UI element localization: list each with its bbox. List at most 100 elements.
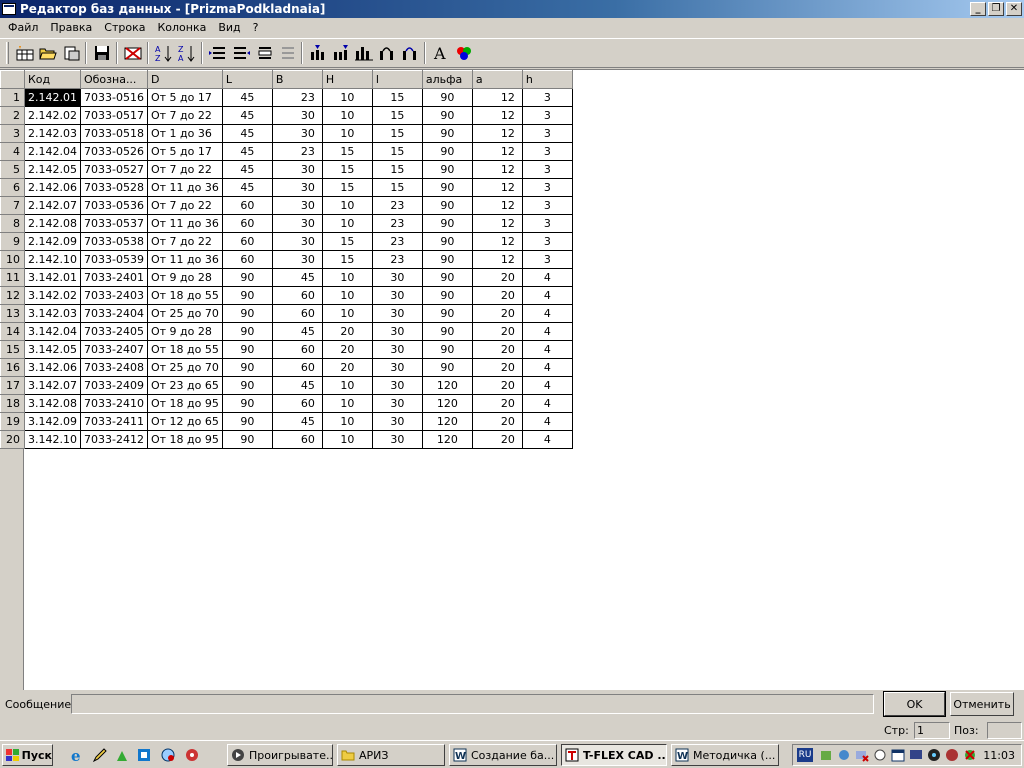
table-cell[interactable]: 60 [271, 430, 323, 449]
table-cell[interactable]: 45 [221, 106, 273, 125]
table-cell[interactable]: 7033-0537 [79, 214, 148, 233]
table-cell[interactable]: От 25 до 70 [146, 358, 223, 377]
table-cell[interactable]: 60 [221, 214, 273, 233]
table-cell[interactable]: 30 [271, 106, 323, 125]
tray-disc-icon[interactable] [927, 748, 941, 762]
table-cell[interactable]: 15 [371, 142, 423, 161]
task-media-player[interactable]: Проигрывате... [227, 744, 333, 766]
menu-help[interactable]: ? [247, 21, 265, 34]
table-cell[interactable]: 10 [321, 124, 373, 143]
table-cell[interactable]: 90 [421, 160, 473, 179]
delete-table-icon[interactable] [121, 42, 144, 64]
delete-column-icon[interactable] [398, 42, 421, 64]
tray-disconnected-icon[interactable] [855, 748, 869, 762]
table-cell[interactable]: 4 [521, 322, 573, 341]
table-row[interactable]: 18 3.142.08 7033-2410 От 18 до 95 90 60 10 30 12… [0, 394, 573, 413]
table-cell[interactable]: 4 [521, 430, 573, 449]
table-cell[interactable]: 15 [321, 160, 373, 179]
row-header[interactable]: 10 [0, 250, 25, 269]
table-cell[interactable]: От 11 до 36 [146, 178, 223, 197]
table-cell[interactable]: От 11 до 36 [146, 250, 223, 269]
table-cell[interactable]: 7033-0536 [79, 196, 148, 215]
table-cell[interactable]: 15 [371, 178, 423, 197]
table-cell[interactable]: 7033-0526 [79, 142, 148, 161]
table-cell[interactable]: 7033-2409 [79, 376, 148, 395]
open-folder-icon[interactable] [36, 42, 59, 64]
table-cell[interactable]: 10 [321, 394, 373, 413]
table-cell[interactable]: 4 [521, 394, 573, 413]
table-cell[interactable]: 3 [521, 88, 573, 107]
table-cell[interactable]: 20 [471, 412, 523, 431]
table-cell[interactable]: От 9 до 28 [146, 268, 223, 287]
row-header[interactable]: 14 [0, 322, 25, 341]
column-header[interactable]: альфа [421, 70, 473, 89]
table-cell[interactable]: 23 [271, 88, 323, 107]
close-button[interactable]: ✕ [1006, 2, 1022, 16]
table-cell[interactable]: 12 [471, 124, 523, 143]
tray-volume-icon[interactable] [873, 748, 887, 762]
tray-antivirus-icon[interactable] [963, 748, 977, 762]
table-cell[interactable]: 15 [371, 124, 423, 143]
table-cell[interactable]: 3.142.02 [24, 286, 81, 305]
table-cell[interactable]: 30 [371, 430, 423, 449]
table-cell[interactable]: 90 [221, 394, 273, 413]
open-recent-icon[interactable] [59, 42, 82, 64]
table-cell[interactable]: 23 [371, 250, 423, 269]
table-cell[interactable]: 3 [521, 124, 573, 143]
table-cell[interactable]: 30 [371, 340, 423, 359]
table-cell[interactable]: 10 [321, 430, 373, 449]
table-cell[interactable]: 90 [421, 178, 473, 197]
row-header[interactable]: 3 [0, 124, 25, 143]
table-cell[interactable]: 90 [421, 196, 473, 215]
table-row[interactable]: 6 2.142.06 7033-0528 От 11 до 36 45 30 15 15 90 1… [0, 178, 573, 197]
table-cell[interactable]: 90 [421, 322, 473, 341]
table-cell[interactable]: 10 [321, 196, 373, 215]
table-cell[interactable]: 30 [371, 394, 423, 413]
table-cell[interactable]: 7033-2407 [79, 340, 148, 359]
table-cell[interactable]: 2.142.10 [24, 250, 81, 269]
table-cell[interactable]: 90 [221, 340, 273, 359]
table-cell[interactable]: 90 [221, 376, 273, 395]
table-cell[interactable]: 20 [471, 286, 523, 305]
table-row[interactable]: 11 3.142.01 7033-2401 От 9 до 28 90 45 10 30 90 2… [0, 268, 573, 287]
table-row[interactable]: 1 2.142.01 7033-0516 От 5 до 17 45 23 10 15 90 12… [0, 88, 573, 107]
table-cell[interactable]: 30 [271, 232, 323, 251]
table-row[interactable]: 7 2.142.07 7033-0536 От 7 до 22 60 30 10 23 90 12… [0, 196, 573, 215]
font-icon[interactable]: A [429, 42, 452, 64]
table-cell[interactable]: 30 [371, 286, 423, 305]
table-cell[interactable]: 30 [271, 250, 323, 269]
column-header[interactable]: a [471, 70, 523, 89]
table-cell[interactable]: 10 [321, 412, 373, 431]
row-header[interactable]: 4 [0, 142, 25, 161]
table-cell[interactable]: 23 [371, 214, 423, 233]
table-cell[interactable]: 30 [371, 358, 423, 377]
table-cell[interactable]: 120 [421, 412, 473, 431]
task-tflex-cad[interactable]: T-FLEX CAD ... [561, 744, 667, 766]
table-cell[interactable]: 30 [271, 196, 323, 215]
table-cell[interactable]: 4 [521, 268, 573, 287]
start-button[interactable]: Пуск [2, 744, 53, 766]
table-cell[interactable]: 90 [421, 142, 473, 161]
table-cell[interactable]: 12 [471, 214, 523, 233]
table-cell[interactable]: 90 [421, 232, 473, 251]
table-cell[interactable]: От 7 до 22 [146, 160, 223, 179]
table-cell[interactable]: 12 [471, 178, 523, 197]
row-header[interactable]: 6 [0, 178, 25, 197]
table-cell[interactable]: 2.142.02 [24, 106, 81, 125]
row-header[interactable]: 13 [0, 304, 25, 323]
row-header[interactable]: 17 [0, 376, 25, 395]
table-row[interactable]: 4 2.142.04 7033-0526 От 5 до 17 45 23 15 15 90 12… [0, 142, 573, 161]
table-cell[interactable]: 60 [271, 304, 323, 323]
minimize-button[interactable]: _ [970, 2, 986, 16]
table-cell[interactable]: 10 [321, 268, 373, 287]
append-row-icon[interactable] [229, 42, 252, 64]
sort-descending-icon[interactable]: ZA [175, 42, 198, 64]
table-cell[interactable]: 90 [421, 304, 473, 323]
table-cell[interactable]: 7033-2404 [79, 304, 148, 323]
table-cell[interactable]: 3.142.04 [24, 322, 81, 341]
table-cell[interactable]: 120 [421, 430, 473, 449]
new-table-icon[interactable] [13, 42, 36, 64]
column-header[interactable]: Код [24, 70, 81, 89]
table-cell[interactable]: 7033-0517 [79, 106, 148, 125]
toolbar-grip[interactable] [6, 42, 9, 64]
